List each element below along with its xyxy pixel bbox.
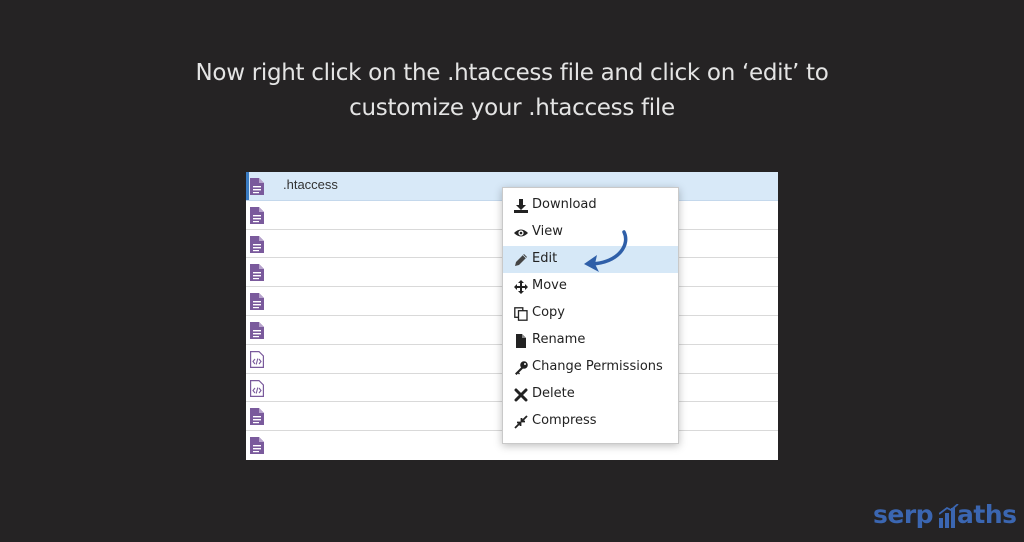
- menu-item-copy[interactable]: Copy: [503, 300, 678, 327]
- menu-item-label: Copy: [532, 305, 565, 320]
- menu-item-label: Move: [532, 278, 567, 293]
- text-file-icon: [250, 235, 264, 253]
- text-file-icon: [250, 293, 264, 311]
- logo-text-serp: serp: [873, 500, 934, 529]
- eye-icon: [514, 229, 528, 237]
- key-icon: [515, 361, 528, 375]
- menu-item-label: Download: [532, 197, 597, 212]
- menu-item-label: Rename: [532, 332, 586, 347]
- download-icon: [514, 199, 528, 213]
- instruction-line-1: Now right click on the .htaccess file an…: [195, 60, 829, 86]
- menu-item-download[interactable]: Download: [503, 192, 678, 219]
- pencil-icon: [515, 254, 527, 266]
- menu-item-move[interactable]: Move: [503, 273, 678, 300]
- file-name: .htaccess: [283, 177, 338, 192]
- logo-bars-icon: [939, 504, 959, 528]
- menu-item-label: Edit: [532, 251, 558, 266]
- text-file-icon: [250, 206, 264, 224]
- code-file-icon: [250, 379, 264, 397]
- menu-item-label: View: [532, 224, 563, 239]
- move-icon: [514, 280, 528, 294]
- menu-item-label: Compress: [532, 413, 597, 428]
- code-file-icon: [250, 350, 264, 368]
- logo-text-aths: aths: [957, 500, 1017, 529]
- selection-indicator: [246, 172, 249, 200]
- pointer-arrow-icon: [584, 230, 628, 272]
- text-file-icon: [250, 437, 264, 455]
- menu-item-delete[interactable]: Delete: [503, 381, 678, 408]
- serpmaths-logo: serp aths: [873, 500, 1019, 534]
- context-menu: Download View Edit Move Copy Rename Chan…: [502, 187, 679, 444]
- menu-item-compress[interactable]: Compress: [503, 408, 678, 435]
- menu-item-rename[interactable]: Rename: [503, 327, 678, 354]
- instruction-text: Now right click on the .htaccess file an…: [0, 56, 1024, 126]
- compress-icon: [514, 415, 528, 429]
- text-file-icon: [250, 264, 264, 282]
- menu-item-change-permissions[interactable]: Change Permissions: [503, 354, 678, 381]
- text-file-icon: [250, 408, 264, 426]
- copy-icon: [514, 307, 528, 321]
- file-icon: [516, 334, 526, 348]
- text-file-icon: [250, 322, 264, 339]
- instruction-line-2: customize your .htaccess file: [349, 95, 675, 121]
- x-icon: [514, 388, 528, 402]
- menu-item-label: Delete: [532, 386, 575, 401]
- menu-item-label: Change Permissions: [532, 359, 663, 374]
- text-file-icon: [250, 178, 264, 195]
